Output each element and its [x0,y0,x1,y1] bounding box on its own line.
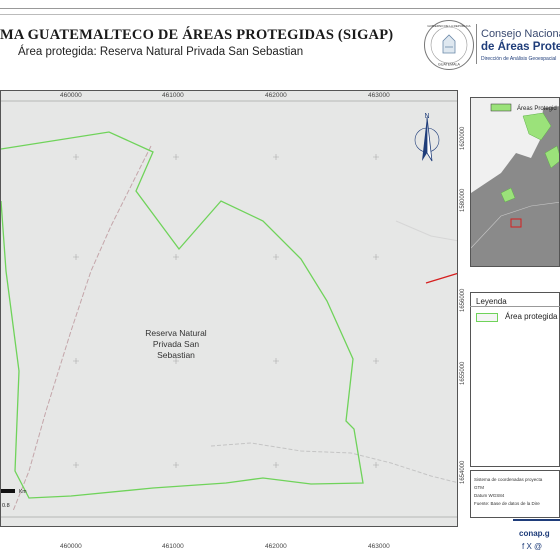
seal-svg: GUATEMALA GOBIERNO DE LA REPÚBLICA [427,23,470,67]
info-datum: Datum WGS84 [474,493,505,498]
inset-legend-label: Áreas Protegid [517,105,557,112]
map-background [1,91,457,526]
inset-y-coord-1: 1620000 [460,126,466,150]
area-label-line2: Privada San [153,339,200,349]
legend-area-label: Área protegida [505,312,558,321]
legend-y-coord-1: 1656000 [460,288,466,312]
info-coord-system: Sistema de coordenadas proyecta [474,477,543,482]
x-coord-top-4: 463000 [368,92,390,99]
x-coord-bottom-1: 460000 [60,543,82,550]
seal-top-text: GOBIERNO DE LA REPÚBLICA [427,23,470,28]
inset-map-svg: Áreas Protegid [471,98,559,266]
x-coord-bottom-4: 463000 [368,543,390,550]
header-rule-second [0,14,560,15]
area-label-line3: Sebastian [157,350,195,360]
scale-unit: Km [19,489,27,495]
header-rule-top [0,8,560,9]
legend-area-symbol [476,313,498,322]
info-source: Fuente: Base de datos de la Dire [474,501,540,506]
inset-legend-swatch [490,103,512,112]
header-title: MA GUATEMALTECO DE ÁREAS PROTEGIDAS (SIG… [0,27,394,43]
legend-title: Leyenda [476,297,507,306]
info-projection: GTM [474,485,484,490]
scale-value: 0.8 [2,503,10,509]
website-link[interactable]: conap.g [519,529,550,538]
x-coord-top-3: 462000 [265,92,287,99]
legend-divider [470,306,560,307]
inset-map[interactable]: Áreas Protegid [470,97,560,267]
scale-bar [1,489,15,493]
north-label: N [424,113,429,120]
x-coord-top-1: 460000 [60,92,82,99]
logo-separator [476,24,477,64]
seal-bottom-text: GUATEMALA [438,63,461,67]
header-subtitle: Área protegida: Reserva Natural Privada … [18,46,304,58]
x-coord-bottom-2: 461000 [162,543,184,550]
area-label-line1: Reserva Natural [145,328,207,338]
government-seal-icon: GUATEMALA GOBIERNO DE LA REPÚBLICA [424,20,474,70]
x-coord-bottom-3: 462000 [265,543,287,550]
footer-rule [513,519,560,521]
social-icons[interactable]: f X @ [522,542,542,551]
org-name-line2: de Áreas Protegi [481,41,560,53]
legend-y-coord-3: 1654000 [460,460,466,484]
main-map-frame[interactable]: N Reserva Natural Privada San Sebastian … [0,90,458,527]
org-name-line3: Dirección de Análisis Geoespacial [481,56,557,62]
inset-y-coord-2: 1580000 [460,188,466,212]
main-map-svg[interactable]: N Reserva Natural Privada San Sebastian … [1,91,458,527]
legend-y-coord-2: 1655000 [460,361,466,385]
org-name-line1: Consejo Nacional [481,28,560,40]
x-coord-top-2: 461000 [162,92,184,99]
